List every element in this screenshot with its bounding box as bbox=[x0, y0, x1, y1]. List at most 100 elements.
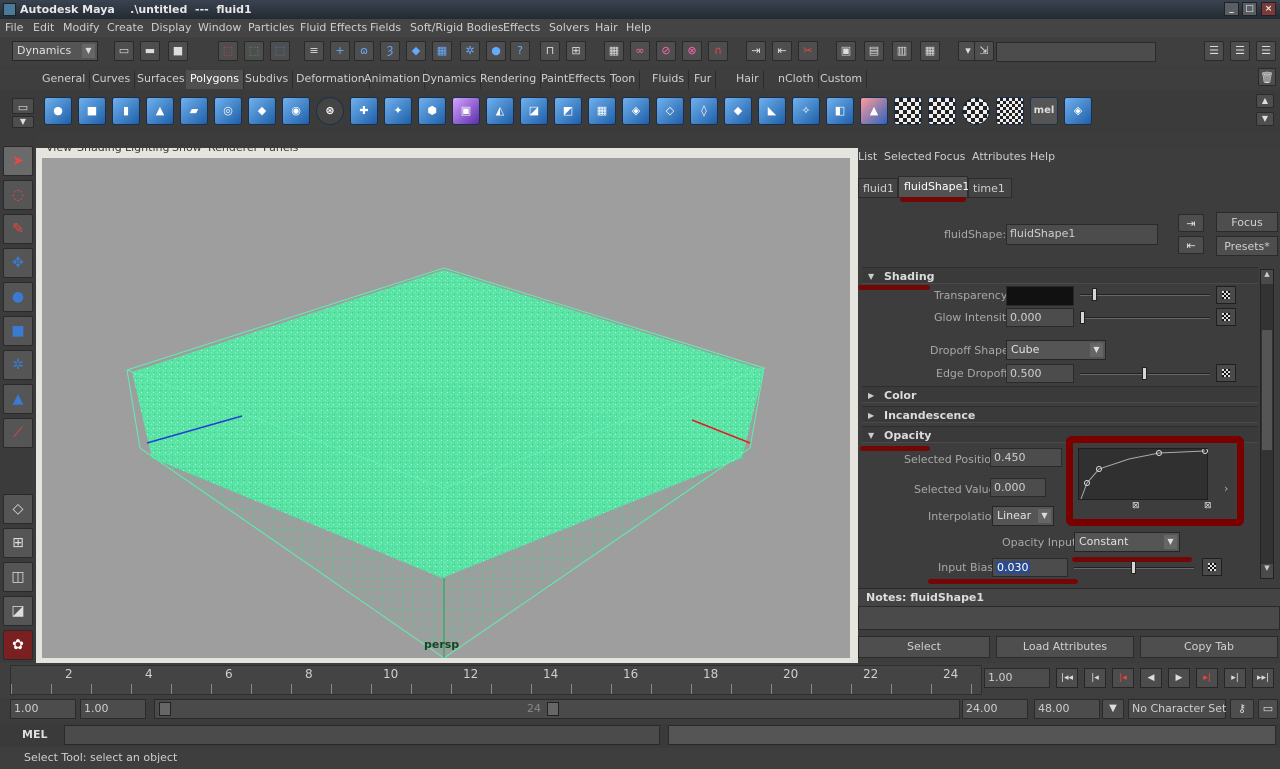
time-slider[interactable]: 2 4 6 8 10 12 14 16 18 20 22 24 1.00 |◂◂… bbox=[0, 663, 1280, 698]
bevel-icon[interactable]: ◇ bbox=[656, 97, 684, 125]
poke-icon[interactable]: ✧ bbox=[792, 97, 820, 125]
poly-cone-icon[interactable]: ▲ bbox=[146, 97, 174, 125]
select-component-icon[interactable]: ⬚ bbox=[270, 41, 290, 61]
go-to-end-icon[interactable]: ▸▸| bbox=[1252, 668, 1274, 688]
collapse-icon[interactable]: ◆ bbox=[724, 97, 752, 125]
append-icon[interactable]: ◩ bbox=[554, 97, 582, 125]
selected-position-field[interactable]: 0.450 bbox=[990, 448, 1062, 467]
close-button[interactable]: × bbox=[1261, 2, 1276, 16]
perspective-view[interactable]: persp bbox=[42, 158, 850, 658]
menu-fluid-effects[interactable]: Fluid Effects bbox=[300, 21, 367, 34]
show-hide-attribute-editor-icon[interactable]: ☰ bbox=[1204, 41, 1224, 61]
end-time-field[interactable]: 48.00 bbox=[1034, 699, 1100, 719]
snap-point-icon[interactable]: Ȝ bbox=[380, 41, 400, 61]
shelf-tab-surfaces[interactable]: Surfaces bbox=[133, 70, 190, 89]
question-icon[interactable]: ? bbox=[510, 41, 530, 61]
menuset-dropdown[interactable]: Dynamics ▼ bbox=[12, 41, 98, 61]
subdiv-proxy-icon[interactable]: ▣ bbox=[452, 97, 480, 125]
shelf-tab-ncloth[interactable]: nCloth bbox=[774, 70, 819, 89]
move-tool-icon[interactable]: ✥ bbox=[3, 248, 33, 278]
play-backwards-icon[interactable]: ◀ bbox=[1140, 668, 1162, 688]
single-perspective-layout-icon[interactable]: ◇ bbox=[3, 494, 33, 524]
poly-cylinder-icon[interactable]: ▮ bbox=[112, 97, 140, 125]
menu-create[interactable]: Create bbox=[107, 21, 144, 34]
vp-menu-view[interactable]: View bbox=[46, 141, 72, 154]
shelf-scroll-down[interactable]: ▼ bbox=[1256, 112, 1274, 126]
uv-map-icon[interactable] bbox=[928, 97, 956, 125]
menu-hair[interactable]: Hair bbox=[595, 21, 618, 34]
chamfer-icon[interactable]: ◧ bbox=[826, 97, 854, 125]
split-icon[interactable]: ▦ bbox=[588, 97, 616, 125]
shelf-options-icon[interactable]: ▭ bbox=[12, 98, 34, 114]
open-scene-icon[interactable]: ▬ bbox=[140, 41, 160, 61]
shelf-tab-fluids[interactable]: Fluids bbox=[648, 70, 690, 89]
shelf-tab-subdivs[interactable]: Subdivs bbox=[241, 70, 294, 89]
render-settings-icon[interactable]: ▦ bbox=[920, 41, 940, 61]
shelf-tab-dynamics[interactable]: Dynamics bbox=[418, 70, 482, 89]
select-object-icon[interactable]: ⬚ bbox=[244, 41, 264, 61]
bridge-icon[interactable]: ◪ bbox=[520, 97, 548, 125]
select-hierarchy-icon[interactable]: ⬚ bbox=[218, 41, 238, 61]
attr-menu-selected[interactable]: Selected bbox=[884, 150, 932, 163]
uv-sphere-icon[interactable] bbox=[962, 97, 990, 125]
vp-menu-renderer[interactable]: Renderer bbox=[208, 141, 258, 154]
shelf-tab-toon[interactable]: Toon bbox=[606, 70, 641, 89]
playback-start-field[interactable]: 1.00 bbox=[80, 699, 146, 719]
lasso-tool-icon[interactable]: ◌ bbox=[3, 180, 33, 210]
new-scene-icon[interactable]: ▭ bbox=[114, 41, 134, 61]
paint-select-tool-icon[interactable]: ✎ bbox=[3, 214, 33, 244]
scale-tool-icon[interactable]: ■ bbox=[3, 316, 33, 346]
poly-prism-icon[interactable]: ◆ bbox=[248, 97, 276, 125]
input-ops-icon[interactable]: ∞ bbox=[630, 41, 650, 61]
glow-intensity-slider-handle[interactable] bbox=[1080, 311, 1085, 324]
shelf-scroll-up[interactable]: ▲ bbox=[1256, 94, 1274, 108]
current-frame-field[interactable]: 1.00 bbox=[984, 668, 1050, 688]
poly-cube-icon[interactable]: ■ bbox=[78, 97, 106, 125]
combine-icon[interactable]: ✚ bbox=[350, 97, 378, 125]
character-set-field[interactable]: No Character Set bbox=[1128, 699, 1226, 719]
section-incandescence[interactable]: ▶ Incandescence bbox=[862, 406, 1258, 423]
step-forward-frame-icon[interactable]: ▸| bbox=[1224, 668, 1246, 688]
vp-menu-show[interactable]: Show bbox=[172, 141, 202, 154]
dropoff-shape-dropdown[interactable]: Cube ▼ bbox=[1006, 340, 1106, 360]
history-icon[interactable]: ✲ bbox=[460, 41, 480, 61]
mel-input[interactable] bbox=[64, 725, 660, 745]
menu-file[interactable]: File bbox=[5, 21, 23, 34]
auto-key-icon[interactable]: ⚷ bbox=[1230, 699, 1254, 719]
transparency-slider-handle[interactable] bbox=[1092, 288, 1097, 301]
character-set-dropdown-arrow[interactable]: ▼ bbox=[1102, 699, 1124, 719]
menu-help[interactable]: Help bbox=[626, 21, 651, 34]
ramp-delete-icon[interactable]: ⊠ bbox=[1132, 501, 1140, 511]
input-bias-field[interactable]: 0.030 bbox=[992, 558, 1068, 577]
make-live-icon[interactable]: ▦ bbox=[432, 41, 452, 61]
vp-menu-lighting[interactable]: Lighting bbox=[125, 141, 169, 154]
show-hide-channel-box-icon[interactable]: ☰ bbox=[1256, 41, 1276, 61]
output-line-icon[interactable]: ⇤ bbox=[772, 41, 792, 61]
shelf-tab-animation[interactable]: Animation bbox=[360, 70, 426, 89]
menu-fields[interactable]: Fields bbox=[370, 21, 401, 34]
extrude-icon[interactable]: ◭ bbox=[486, 97, 514, 125]
four-view-layout-icon[interactable]: ⊞ bbox=[3, 528, 33, 558]
glow-intensity-field[interactable]: 0.000 bbox=[1006, 308, 1074, 327]
select-tool-icon[interactable]: ➤ bbox=[3, 146, 33, 176]
node-name-field[interactable]: fluidShape1 bbox=[1006, 224, 1158, 245]
insert-loop-icon[interactable]: ◈ bbox=[622, 97, 650, 125]
scroll-thumb[interactable] bbox=[1262, 330, 1272, 450]
lock-icon[interactable]: ⊓ bbox=[540, 41, 560, 61]
select-button[interactable]: Select bbox=[858, 636, 990, 658]
persp-graph-layout-icon[interactable]: ◪ bbox=[3, 596, 33, 626]
poly-torus-icon[interactable]: ◎ bbox=[214, 97, 242, 125]
glow-intensity-slider[interactable] bbox=[1080, 311, 1210, 324]
viewport-panel[interactable]: persp bbox=[36, 148, 858, 663]
input-bias-slider-handle[interactable] bbox=[1131, 561, 1136, 574]
opacity-input-dropdown[interactable]: Constant ▼ bbox=[1074, 532, 1180, 552]
menu-edit[interactable]: Edit bbox=[33, 21, 54, 34]
tab-fluid1[interactable]: fluid1 bbox=[858, 178, 898, 198]
uv-checker-icon[interactable] bbox=[894, 97, 922, 125]
connection-icon[interactable]: ⊗ bbox=[682, 41, 702, 61]
focus-button[interactable]: Focus bbox=[1216, 212, 1278, 232]
separate-icon[interactable]: ✦ bbox=[384, 97, 412, 125]
vp-menu-shading[interactable]: Shading bbox=[77, 141, 122, 154]
step-forward-key-icon[interactable]: ▸| bbox=[1196, 668, 1218, 688]
attr-menu-list[interactable]: List bbox=[858, 150, 877, 163]
